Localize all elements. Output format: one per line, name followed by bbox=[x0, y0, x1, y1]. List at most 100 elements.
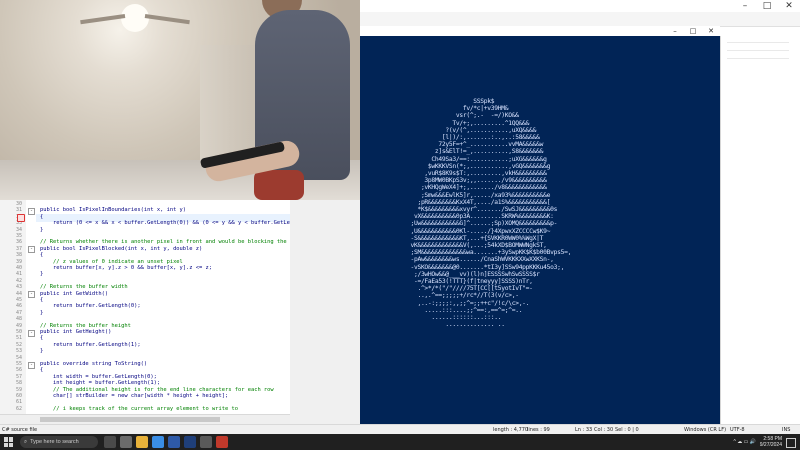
status-sel: Sel : 0 | 0 bbox=[615, 427, 639, 433]
code-line[interactable]: char[] strBuilder = new char[width * hei… bbox=[40, 393, 228, 399]
background-right-panel bbox=[720, 36, 800, 426]
line-number: 35 bbox=[15, 233, 22, 239]
line-number: 56 bbox=[15, 367, 22, 374]
red-object bbox=[254, 170, 304, 200]
app-icon-4[interactable] bbox=[168, 436, 180, 448]
horizontal-scrollbar[interactable] bbox=[0, 414, 290, 424]
close-icon[interactable]: ✕ bbox=[702, 26, 720, 36]
fold-toggle-icon[interactable]: - bbox=[28, 207, 35, 215]
line-number: 36 bbox=[15, 239, 22, 246]
status-length: length : 4,770 bbox=[493, 427, 529, 433]
code-line[interactable]: // The additional height is for the end … bbox=[40, 387, 274, 393]
fold-toggle-icon[interactable]: - bbox=[28, 361, 35, 369]
code-line[interactable]: return (0 <= x && x < buffer.GetLength(0… bbox=[40, 220, 290, 226]
code-line[interactable]: // Returns whether there is another pixe… bbox=[40, 239, 287, 245]
webcam-feed bbox=[0, 0, 360, 200]
task-view-icon[interactable] bbox=[104, 436, 116, 448]
code-line[interactable]: // Returns the buffer height bbox=[40, 323, 131, 329]
code-line[interactable]: { bbox=[40, 214, 43, 220]
code-line[interactable]: return buffer.GetLength(0); bbox=[40, 303, 141, 309]
breakpoint-icon[interactable] bbox=[17, 213, 25, 222]
clock[interactable]: 2:58 PM 9/27/2024 bbox=[760, 436, 782, 448]
line-number: 31 bbox=[15, 207, 22, 214]
code-line[interactable]: int height = buffer.GetLength(1); bbox=[40, 380, 160, 386]
app-icon-3[interactable] bbox=[152, 436, 164, 448]
fold-column bbox=[26, 200, 36, 414]
line-number: 45 bbox=[15, 297, 22, 303]
code-line[interactable]: } bbox=[40, 227, 43, 233]
code-line[interactable]: { bbox=[40, 297, 43, 303]
code-line[interactable]: } bbox=[40, 348, 43, 354]
background-window-titlebar: – □ ✕ bbox=[360, 0, 800, 12]
tray-icons[interactable]: ^ ☁ ▭ 🔊 bbox=[734, 439, 756, 445]
code-line[interactable]: // i keeps track of the current array el… bbox=[40, 406, 238, 412]
line-number: 61 bbox=[15, 399, 22, 406]
code-line[interactable]: } bbox=[40, 310, 43, 316]
ascii-art-output: SSSpk$ fv/*c|+v39HM& vsr(^;.- -=/)KO&& T… bbox=[410, 98, 572, 329]
minimize-icon[interactable]: – bbox=[734, 0, 756, 12]
line-number: 38 bbox=[15, 252, 22, 259]
line-number: 34 bbox=[15, 226, 22, 233]
line-number: 60 bbox=[15, 393, 22, 399]
code-line[interactable]: // z values of 0 indicate an unset pixel bbox=[40, 259, 183, 265]
status-col: Col : 30 bbox=[594, 427, 614, 433]
line-number: 42 bbox=[15, 277, 22, 284]
app-icon-7[interactable] bbox=[216, 436, 228, 448]
line-number: 37 bbox=[15, 245, 22, 252]
code-line[interactable]: { bbox=[40, 252, 43, 258]
code-line[interactable]: public int GetHeight() bbox=[40, 329, 111, 335]
status-mode: INS bbox=[782, 427, 791, 433]
powershell-titlebar[interactable]: – □ ✕ bbox=[360, 26, 720, 36]
app-icon-5[interactable] bbox=[184, 436, 196, 448]
line-number: 54 bbox=[15, 354, 22, 361]
line-number: 58 bbox=[15, 380, 22, 387]
code-line[interactable]: return buffer.GetLength(1); bbox=[40, 342, 141, 348]
clock-date: 9/27/2024 bbox=[759, 442, 782, 448]
line-number: 59 bbox=[15, 386, 22, 393]
line-number: 39 bbox=[15, 258, 22, 265]
background-window-menubar bbox=[360, 12, 800, 27]
status-file-type: C# source file bbox=[2, 427, 38, 433]
ceiling-fan-graphic bbox=[80, 4, 190, 32]
code-line[interactable]: int width = buffer.GetLength(0); bbox=[40, 374, 157, 380]
line-number: 40 bbox=[15, 265, 22, 271]
status-encoding: UTF-8 bbox=[730, 427, 745, 433]
maximize-icon[interactable]: □ bbox=[684, 26, 702, 36]
line-number: 47 bbox=[15, 309, 22, 316]
line-number: 62 bbox=[15, 405, 22, 412]
windows-start-icon[interactable] bbox=[4, 437, 14, 447]
code-line[interactable]: public int GetWidth() bbox=[40, 291, 108, 297]
fold-toggle-icon[interactable]: - bbox=[28, 291, 35, 299]
status-ln: Ln : 33 bbox=[575, 427, 593, 433]
fold-toggle-icon[interactable]: - bbox=[28, 246, 35, 254]
app-icon-6[interactable] bbox=[200, 436, 212, 448]
code-line[interactable]: // Returns the buffer width bbox=[40, 284, 128, 290]
code-line[interactable]: return buffer[x, y].z > 0 && buffer[x, y… bbox=[40, 265, 212, 271]
taskbar-search-input[interactable]: ⌕ Type here to search bbox=[20, 436, 98, 448]
notification-icon[interactable] bbox=[786, 438, 796, 448]
line-number: 51 bbox=[15, 335, 22, 342]
code-line[interactable]: public bool IsPixelInBoundaries(int x, i… bbox=[40, 207, 186, 213]
line-number: 41 bbox=[15, 271, 22, 278]
line-number: 44 bbox=[15, 290, 22, 297]
code-line[interactable]: public bool IsPixelBlocked(int x, int y,… bbox=[40, 246, 202, 252]
app-icon-1[interactable] bbox=[120, 436, 132, 448]
code-editor[interactable]: public bool IsPixelInBoundaries(int x, i… bbox=[0, 200, 290, 424]
taskbar: ⌕ Type here to search ^ ☁ ▭ 🔊 2:58 PM 9/2… bbox=[0, 434, 800, 450]
close-icon[interactable]: ✕ bbox=[778, 0, 800, 12]
code-line[interactable]: public override string ToString() bbox=[40, 361, 147, 367]
app-icon-2[interactable] bbox=[136, 436, 148, 448]
scrollbar-thumb[interactable] bbox=[40, 417, 220, 422]
code-line[interactable]: } bbox=[40, 271, 43, 277]
fold-toggle-icon[interactable]: - bbox=[28, 329, 35, 337]
maximize-icon[interactable]: □ bbox=[756, 0, 778, 12]
line-number: 57 bbox=[15, 373, 22, 380]
code-line[interactable]: { bbox=[40, 335, 43, 341]
code-line[interactable]: { bbox=[40, 367, 43, 373]
line-number: 53 bbox=[15, 348, 22, 355]
minimize-icon[interactable]: – bbox=[666, 26, 684, 36]
powershell-window[interactable]: – □ ✕ SSSpk$ fv/*c|+v39HM& vsr(^;.- -=/)… bbox=[360, 26, 720, 426]
line-number: 30 bbox=[15, 201, 22, 207]
line-number: 46 bbox=[15, 303, 22, 310]
line-number: 55 bbox=[15, 361, 22, 367]
